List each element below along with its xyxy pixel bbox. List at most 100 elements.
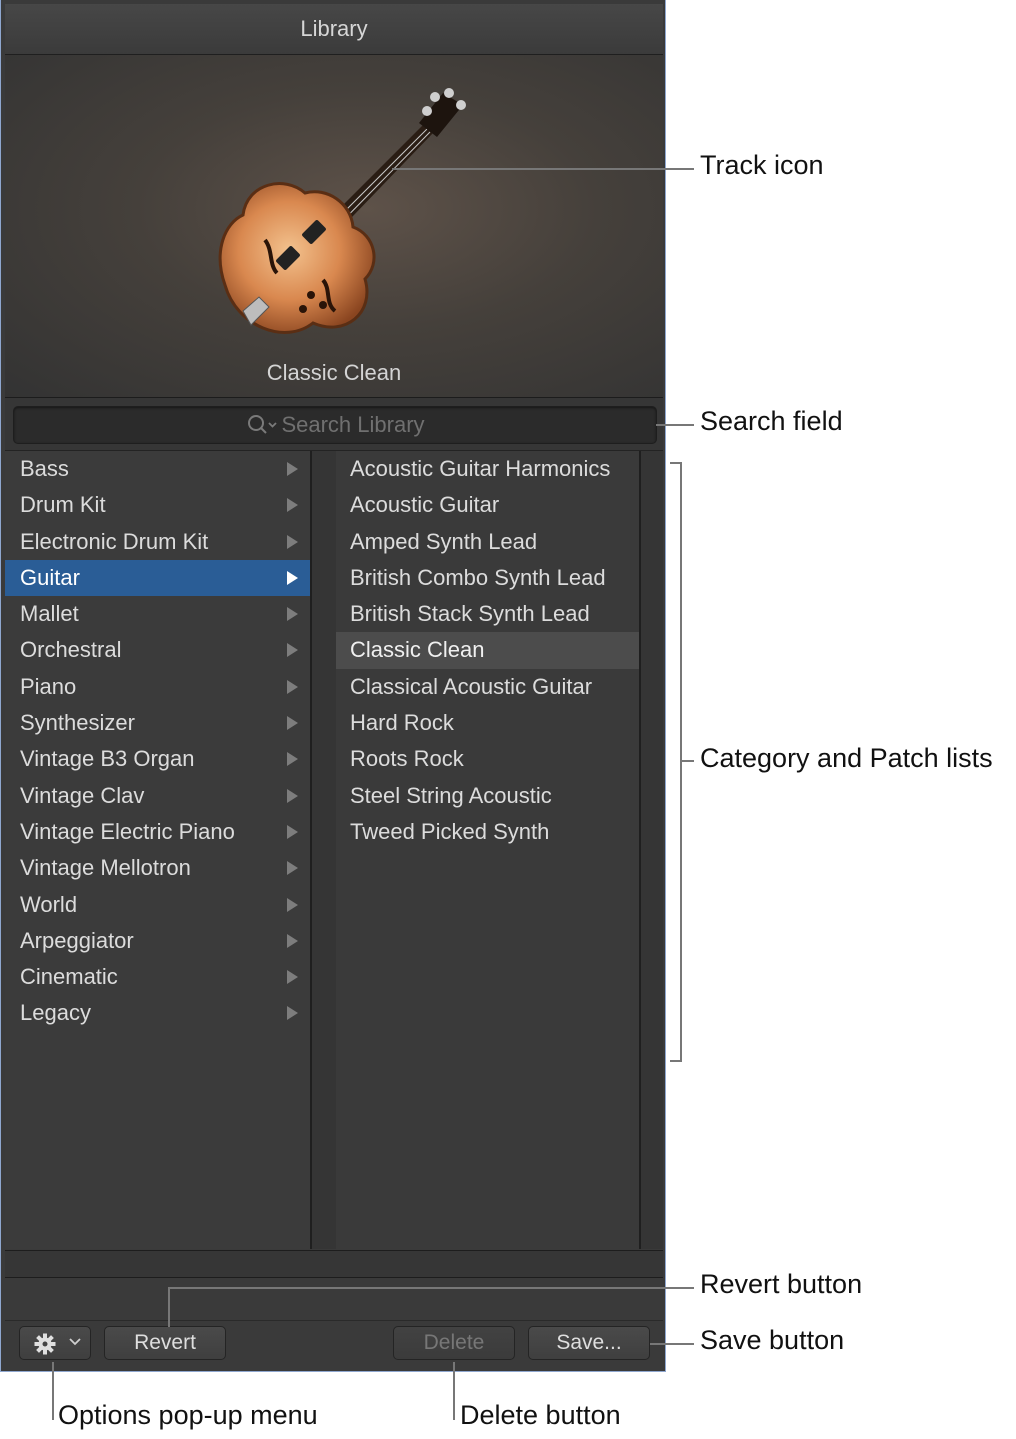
disclosure-arrow-icon	[287, 534, 298, 549]
patch-label: Classic Clean	[350, 637, 485, 663]
bottom-toolbar: Revert Delete Save...	[5, 1278, 663, 1370]
options-popup-button[interactable]	[19, 1326, 91, 1360]
disclosure-arrow-icon	[287, 462, 298, 476]
library-panel: Library Classic Clean Search Library Bas…	[0, 0, 666, 1372]
callout-bracket-tick	[680, 760, 694, 762]
callout-bracket-top	[670, 462, 682, 464]
category-label: Piano	[20, 673, 77, 699]
disclosure-arrow-icon	[287, 643, 298, 658]
callout-line-delete	[453, 1362, 455, 1420]
category-label: Vintage Electric Piano	[20, 818, 235, 844]
category-item[interactable]: Arpeggiator	[5, 923, 310, 959]
disclosure-arrow-icon	[287, 861, 298, 876]
search-input[interactable]: Search Library	[13, 406, 657, 444]
patch-list: Acoustic Guitar Harmonics Acoustic Guitar…	[336, 451, 641, 1249]
patch-label: Acoustic Guitar Harmonics	[350, 456, 611, 481]
category-item[interactable]: Legacy	[5, 995, 310, 1031]
category-item[interactable]: Cinematic	[5, 959, 310, 995]
callout-track-icon: Track icon	[700, 150, 824, 180]
patch-item[interactable]: Amped Synth Lead	[336, 524, 639, 560]
patch-item[interactable]: Steel String Acoustic	[336, 778, 639, 814]
category-label: Vintage B3 Organ	[20, 746, 195, 772]
disclosure-arrow-icon	[287, 716, 298, 731]
patch-item[interactable]: Classical Acoustic Guitar	[336, 669, 639, 705]
patch-list-gutter	[312, 451, 336, 1249]
delete-button[interactable]: Delete	[393, 1326, 515, 1360]
category-label: Arpeggiator	[20, 927, 134, 953]
category-item[interactable]: Synthesizer	[5, 705, 310, 741]
patch-label: Tweed Picked Synth	[350, 818, 550, 844]
callout-line-revert-v	[168, 1287, 170, 1327]
patch-item[interactable]: Acoustic Guitar	[336, 487, 639, 523]
category-item[interactable]: Mallet	[5, 596, 310, 632]
disclosure-arrow-icon	[287, 897, 298, 912]
current-patch-name: Classic Clean	[266, 360, 402, 385]
callout-line-save	[650, 1343, 694, 1345]
category-label: Guitar	[20, 564, 80, 590]
callout-line-revert-h	[168, 1287, 694, 1289]
patch-item[interactable]: British Combo Synth Lead	[336, 560, 639, 596]
patch-item[interactable]: Tweed Picked Synth	[336, 814, 639, 850]
category-item[interactable]: Electronic Drum Kit	[5, 524, 310, 560]
category-label: Mallet	[20, 601, 79, 627]
search-icon	[248, 415, 278, 434]
callout-delete-button: Delete button	[460, 1400, 621, 1430]
disclosure-arrow-icon	[287, 824, 298, 839]
category-label: Vintage Clav	[20, 782, 145, 808]
patch-item[interactable]: Classic Clean	[336, 632, 639, 669]
disclosure-arrow-icon	[287, 933, 298, 948]
category-label: Cinematic	[20, 964, 118, 990]
category-label: Electronic Drum Kit	[20, 528, 209, 554]
guitar-icon[interactable]	[185, 75, 485, 355]
category-label: World	[20, 891, 78, 917]
track-preview: Classic Clean	[5, 55, 663, 398]
category-item[interactable]: Piano	[5, 669, 310, 705]
library-title: Library	[5, 4, 663, 55]
disclosure-arrow-icon	[287, 498, 298, 513]
callout-bracket-bottom	[670, 1060, 682, 1062]
category-and-patch-lists: Bass Drum Kit Electronic Drum Kit Guitar Mal…	[5, 451, 663, 1249]
category-item[interactable]: Vintage B3 Organ	[5, 741, 310, 777]
category-item[interactable]: Vintage Mellotron	[5, 850, 310, 886]
disclosure-arrow-icon	[287, 679, 298, 694]
callout-category-patch: Category and Patch lists	[700, 743, 993, 773]
category-item[interactable]: Guitar	[5, 559, 310, 597]
disclosure-arrow-icon	[287, 970, 298, 985]
save-button[interactable]: Save...	[528, 1326, 650, 1360]
category-label: Drum Kit	[20, 492, 106, 518]
disclosure-arrow-icon	[287, 1006, 298, 1021]
patch-label: Amped Synth Lead	[350, 528, 538, 554]
category-label: Bass	[20, 456, 69, 481]
revert-button[interactable]: Revert	[104, 1326, 226, 1360]
patch-list-scroll-gutter	[641, 451, 663, 1249]
category-item[interactable]: World	[5, 887, 310, 923]
chevron-down-icon	[69, 1338, 81, 1346]
category-item[interactable]: Drum Kit	[5, 487, 310, 523]
patch-label: British Stack Synth Lead	[350, 601, 590, 627]
category-label: Legacy	[20, 1000, 91, 1026]
category-item[interactable]: Orchestral	[5, 632, 310, 668]
patch-item[interactable]: Roots Rock	[336, 741, 639, 777]
category-label: Synthesizer	[20, 710, 135, 736]
patch-item[interactable]: Acoustic Guitar Harmonics	[336, 451, 639, 487]
patch-item[interactable]: British Stack Synth Lead	[336, 596, 639, 632]
category-list: Bass Drum Kit Electronic Drum Kit Guitar Mal…	[5, 451, 312, 1249]
search-placeholder: Search Library	[281, 412, 425, 437]
patch-label: Hard Rock	[350, 710, 454, 736]
category-item[interactable]: Bass	[5, 451, 310, 487]
callout-line-options	[52, 1362, 54, 1420]
patch-label: Steel String Acoustic	[350, 782, 552, 808]
search-bar: Search Library	[5, 398, 663, 451]
disclosure-arrow-icon	[287, 607, 298, 622]
category-item[interactable]: Vintage Clav	[5, 778, 310, 814]
callout-bracket	[680, 462, 682, 1062]
patch-item[interactable]: Hard Rock	[336, 705, 639, 741]
patch-label: British Combo Synth Lead	[350, 564, 606, 590]
callout-options-menu: Options pop-up menu	[58, 1400, 318, 1430]
disclosure-arrow-icon	[287, 752, 298, 767]
bottom-divider	[5, 1320, 663, 1321]
callout-line-track-icon	[392, 168, 694, 170]
status-bar	[5, 1250, 663, 1278]
callout-save-button: Save button	[700, 1325, 845, 1355]
category-item[interactable]: Vintage Electric Piano	[5, 814, 310, 850]
